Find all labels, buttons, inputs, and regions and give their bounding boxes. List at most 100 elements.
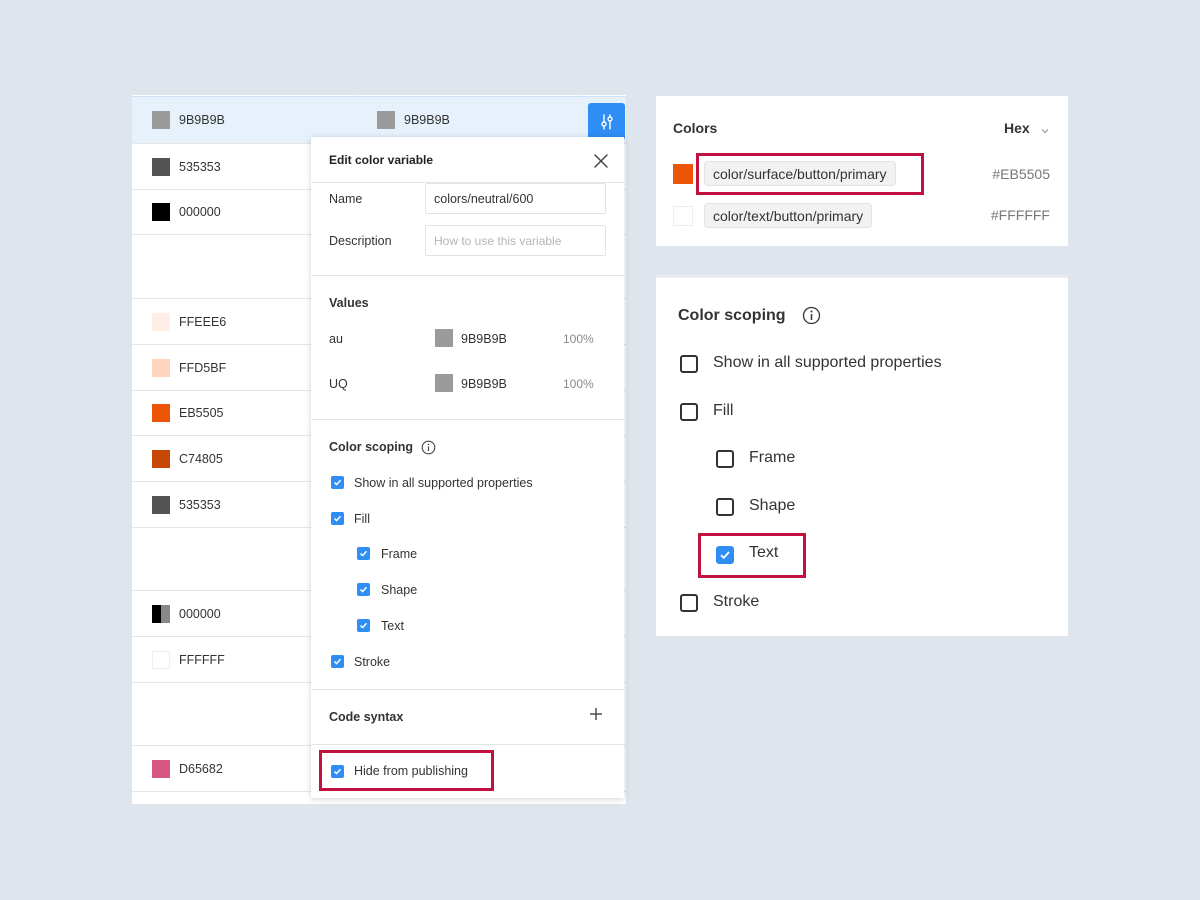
hex-value: FFD5BF bbox=[179, 360, 227, 375]
edit-color-variable-panel: Edit color variable Name colors/neutral/… bbox=[311, 137, 624, 798]
color-scoping-title: Color scoping bbox=[329, 440, 414, 454]
value-cell[interactable]: C74805 bbox=[132, 436, 223, 481]
checkbox-frame[interactable] bbox=[716, 450, 734, 468]
value-cell[interactable]: 535353 bbox=[132, 144, 221, 189]
checkbox-label: Shape bbox=[381, 583, 418, 597]
divider bbox=[311, 275, 624, 276]
value-cell[interactable]: D65682 bbox=[132, 746, 223, 791]
hex-value: 9B9B9B bbox=[461, 377, 507, 391]
value-cell[interactable]: 9B9B9B bbox=[132, 97, 225, 143]
color-swatch bbox=[152, 203, 170, 221]
opacity-value: 100% bbox=[563, 377, 594, 391]
hex-value: FFEEE6 bbox=[179, 314, 227, 329]
checkbox-label: Frame bbox=[381, 547, 418, 561]
checkbox-text[interactable] bbox=[716, 546, 734, 564]
color-swatch bbox=[152, 111, 170, 129]
checkbox-label: Fill bbox=[354, 512, 370, 526]
value-cell[interactable]: EB5505 bbox=[132, 391, 223, 435]
hex-value: 9B9B9B bbox=[461, 332, 507, 346]
opacity-value: 100% bbox=[563, 332, 594, 346]
values-title: Values bbox=[329, 296, 369, 310]
hex-value: 9B9B9B bbox=[179, 113, 225, 127]
variable-tag[interactable]: color/text/button/primary bbox=[704, 203, 873, 228]
mode-value-row[interactable]: au 9B9B9B 100% bbox=[311, 329, 624, 349]
divider bbox=[311, 419, 624, 420]
hex-value: C74805 bbox=[179, 451, 223, 466]
description-field[interactable]: How to use this variable bbox=[425, 225, 606, 256]
name-label: Name bbox=[329, 192, 363, 206]
color-swatch[interactable] bbox=[435, 374, 453, 392]
checkbox-label: Text bbox=[749, 544, 779, 561]
checkbox-label: Fill bbox=[713, 402, 734, 419]
sliders-icon[interactable] bbox=[588, 103, 625, 140]
checkbox-label: Stroke bbox=[354, 655, 391, 669]
chevron-down-icon[interactable] bbox=[1040, 123, 1050, 134]
color-swatch bbox=[152, 157, 170, 176]
hex-value: 000000 bbox=[179, 606, 221, 621]
checkbox-text[interactable] bbox=[357, 619, 370, 632]
value-cell[interactable]: FFEEE6 bbox=[132, 299, 226, 344]
checkbox-stroke[interactable] bbox=[680, 594, 698, 612]
mode-name: UQ bbox=[329, 377, 348, 391]
color-swatch[interactable] bbox=[673, 206, 693, 226]
checkbox-show-all[interactable] bbox=[680, 355, 698, 373]
close-icon[interactable] bbox=[591, 151, 611, 171]
panel-title: Edit color variable bbox=[329, 153, 434, 167]
color-swatch bbox=[152, 358, 170, 377]
color-swatch bbox=[152, 759, 170, 778]
divider bbox=[311, 744, 624, 745]
checkbox-show-all[interactable] bbox=[331, 476, 344, 489]
value-cell[interactable]: 000000 bbox=[132, 190, 221, 234]
color-swatch bbox=[152, 404, 170, 422]
value-cell[interactable]: 535353 bbox=[132, 482, 221, 527]
hex-value: 9B9B9B bbox=[404, 113, 450, 127]
hex-value: FFFFFF bbox=[179, 652, 225, 667]
hex-value: 535353 bbox=[179, 159, 221, 174]
color-scoping-panel: Color scoping Show in all supported prop… bbox=[656, 275, 1068, 636]
description-label: Description bbox=[329, 234, 392, 248]
checkbox-label: Frame bbox=[749, 449, 796, 466]
hex-value: 535353 bbox=[179, 497, 221, 512]
name-field[interactable]: colors/neutral/600 bbox=[425, 183, 606, 214]
mode-name: au bbox=[329, 332, 343, 346]
info-icon[interactable] bbox=[802, 306, 821, 325]
checkbox-label: Text bbox=[381, 619, 404, 633]
checkbox-label: Shape bbox=[749, 497, 796, 514]
color-swatch bbox=[152, 312, 170, 331]
hex-value: EB5505 bbox=[179, 406, 224, 420]
checkbox-label: Hide from publishing bbox=[354, 764, 468, 778]
hex-value: #EB5505 bbox=[992, 166, 1050, 182]
checkbox-fill[interactable] bbox=[680, 403, 698, 421]
checkbox-shape[interactable] bbox=[716, 498, 734, 516]
color-swatch bbox=[152, 604, 170, 623]
color-swatch bbox=[152, 650, 170, 669]
color-swatch bbox=[152, 449, 170, 468]
code-syntax-title: Code syntax bbox=[329, 710, 404, 724]
checkbox-hide-from-publishing[interactable] bbox=[331, 765, 344, 778]
checkbox-shape[interactable] bbox=[357, 583, 370, 596]
value-cell[interactable]: FFD5BF bbox=[132, 345, 226, 390]
color-swatch bbox=[152, 495, 170, 514]
color-swatch[interactable] bbox=[435, 329, 453, 347]
value-cell[interactable]: 000000 bbox=[132, 591, 221, 636]
color-swatch bbox=[377, 111, 395, 129]
info-icon[interactable] bbox=[421, 440, 436, 455]
checkbox-fill[interactable] bbox=[331, 512, 344, 525]
checkbox-frame[interactable] bbox=[357, 547, 370, 560]
hex-value: 000000 bbox=[179, 205, 221, 219]
mode-value-row[interactable]: UQ 9B9B9B 100% bbox=[311, 374, 624, 394]
hex-value: #FFFFFF bbox=[990, 207, 1050, 223]
value-cell[interactable]: FFFFFF bbox=[132, 637, 225, 682]
color-swatch[interactable] bbox=[673, 164, 693, 184]
color-scoping-title: Color scoping bbox=[678, 307, 786, 324]
checkbox-label: Show in all supported properties bbox=[354, 476, 533, 490]
variable-tag[interactable]: color/surface/button/primary bbox=[704, 161, 896, 186]
checkbox-label: Show in all supported properties bbox=[713, 354, 942, 371]
checkbox-label: Stroke bbox=[713, 593, 760, 610]
color-format-select[interactable]: Hex bbox=[1004, 120, 1030, 136]
divider bbox=[311, 689, 624, 690]
colors-panel: Colors Hex color/surface/button/primary … bbox=[656, 96, 1068, 246]
hex-value: D65682 bbox=[179, 761, 223, 776]
checkbox-stroke[interactable] bbox=[331, 655, 344, 668]
plus-icon[interactable] bbox=[589, 707, 603, 721]
